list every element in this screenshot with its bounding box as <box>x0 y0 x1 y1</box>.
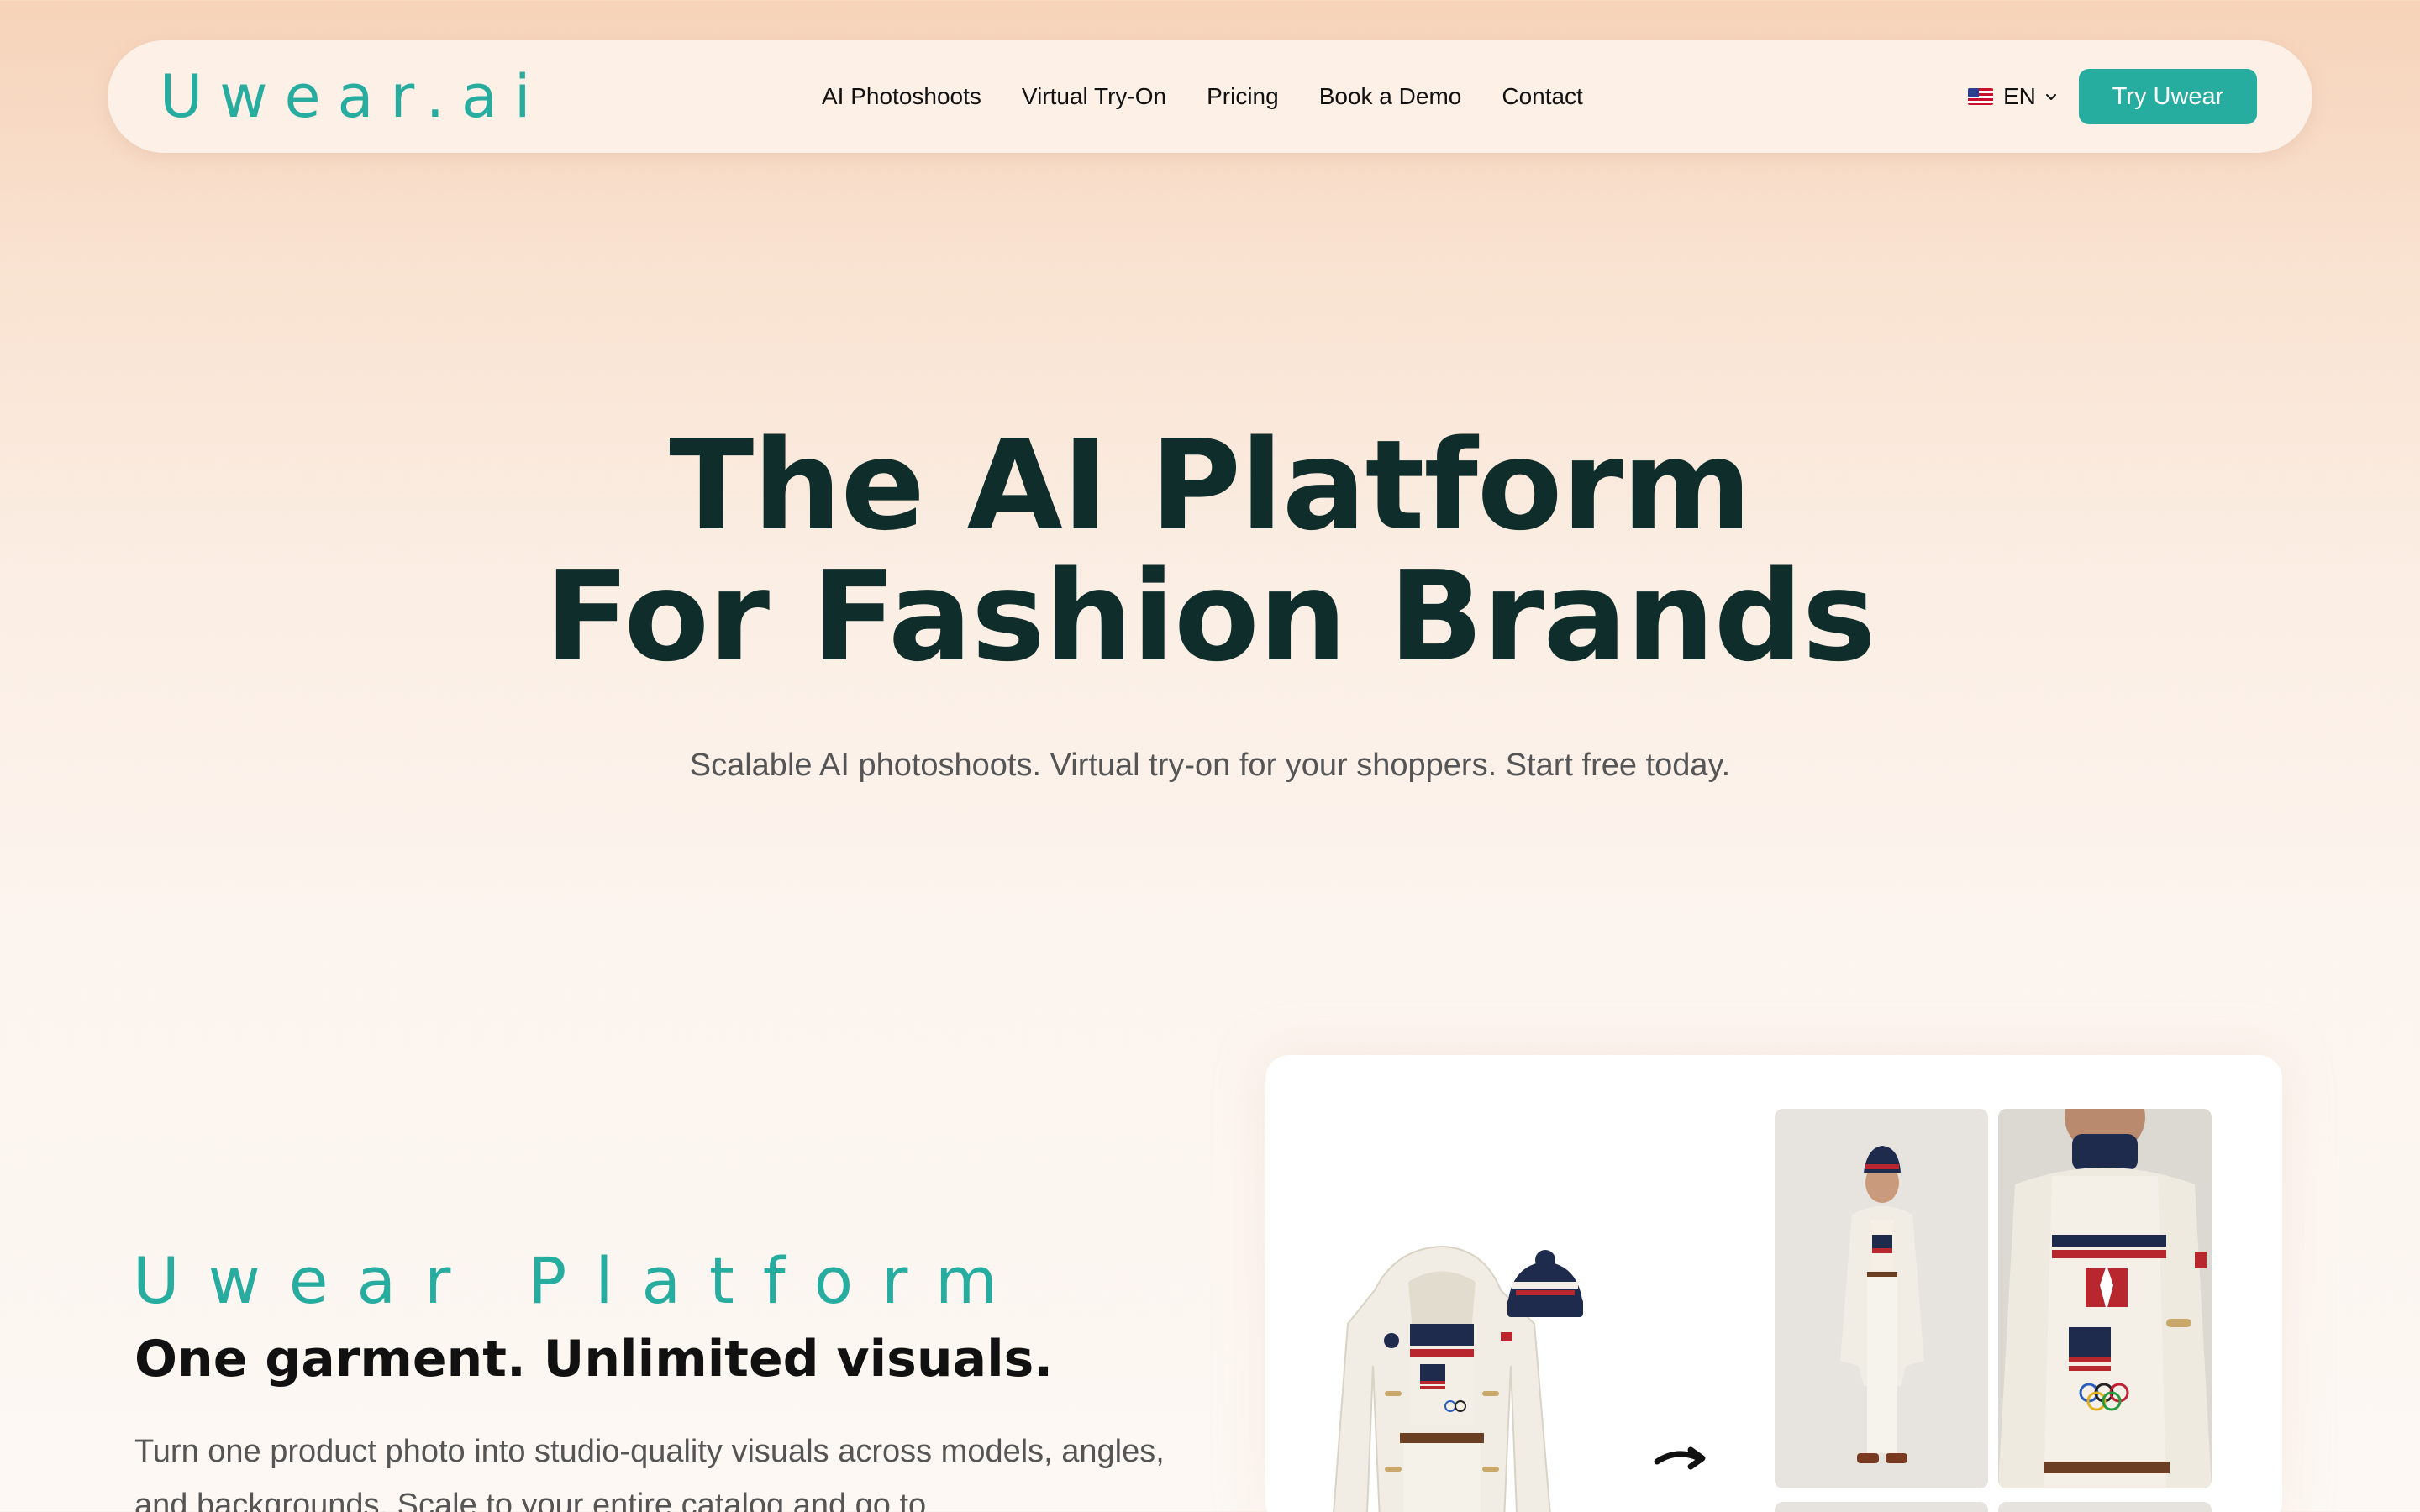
language-label: EN <box>2003 83 2036 109</box>
top-navbar: Uwear.ai AI Photoshoots Virtual Try-On P… <box>108 40 2312 153</box>
model-photo-4 <box>1998 1502 2212 1512</box>
language-selector[interactable]: EN <box>1968 40 2058 153</box>
logo[interactable]: Uwear.ai <box>160 62 547 131</box>
nav-link-pricing[interactable]: Pricing <box>1207 83 1279 110</box>
platform-description: Turn one product photo into studio-quali… <box>134 1434 1165 1512</box>
product-flatlay-image <box>1333 1245 1583 1512</box>
main-nav: AI Photoshoots Virtual Try-On Pricing Bo… <box>822 40 1623 153</box>
hero-title-line-1: The AI Platform <box>669 413 1751 558</box>
platform-heading: One garment. Unlimited visuals. <box>134 1330 1054 1389</box>
hero-subtitle: Scalable AI photoshoots. Virtual try-on … <box>689 748 1731 783</box>
hero-title-line-2: For Fashion Brands <box>544 544 1876 689</box>
try-uwear-button[interactable]: Try Uwear <box>2079 69 2257 124</box>
nav-link-contact[interactable]: Contact <box>1502 83 1583 110</box>
curved-arrow-right-icon <box>1654 1446 1706 1470</box>
us-flag-icon <box>1968 88 1993 105</box>
hero-title: The AI Platform For Fashion Brands <box>0 420 2420 682</box>
platform-eyebrow: Uwear Platform <box>133 1243 1027 1318</box>
chevron-down-icon <box>2045 94 2056 100</box>
model-photo-3 <box>1775 1502 1988 1512</box>
nav-link-ai-photoshoots[interactable]: AI Photoshoots <box>822 83 981 110</box>
nav-link-virtual-try-on[interactable]: Virtual Try-On <box>1022 83 1166 110</box>
nav-link-book-a-demo[interactable]: Book a Demo <box>1319 83 1462 110</box>
model-photo-full-length <box>1775 1109 1988 1488</box>
model-photo-closeup <box>1998 1109 2212 1488</box>
platform-media-card <box>1265 1055 2282 1512</box>
